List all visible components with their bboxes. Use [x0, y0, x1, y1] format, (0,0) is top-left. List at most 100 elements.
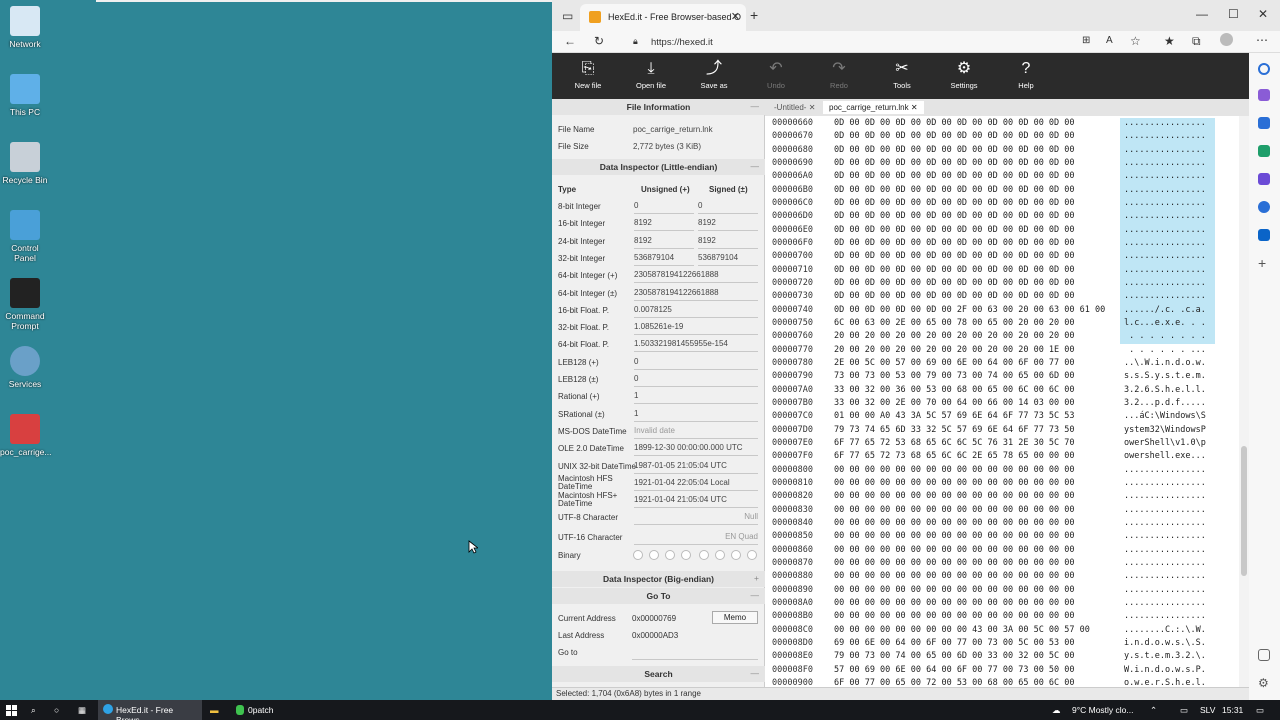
binary-bit-toggle[interactable]	[633, 550, 643, 560]
hex-ascii[interactable]: ................	[1124, 158, 1216, 168]
hex-row[interactable]: 000008F0 57 00 69 00 6E 00 64 00 6F 00 77…	[765, 665, 1235, 678]
hex-bytes[interactable]: 79 00 73 00 74 00 65 00 6D 00 33 00 32 0…	[834, 651, 1075, 661]
hex-view[interactable]: 00000660 0D 00 0D 00 0D 00 0D 00 0D 00 0D…	[765, 116, 1249, 687]
collections-icon[interactable]: ⧉	[1192, 34, 1201, 49]
search-heading[interactable]: Search —	[552, 666, 765, 682]
file-explorer-icon[interactable]: ▬	[210, 700, 219, 720]
hex-ascii[interactable]: ................	[1124, 505, 1216, 515]
hex-row[interactable]: 00000830 00 00 00 00 00 00 00 00 00 00 00…	[765, 505, 1235, 518]
hex-ascii[interactable]: owershell.exe...	[1124, 451, 1216, 461]
close-tab-icon[interactable]: ✕	[731, 10, 740, 23]
app-available-icon[interactable]: ⊞	[1082, 35, 1090, 46]
close-icon[interactable]: ✕	[911, 103, 918, 112]
hex-row[interactable]: 00000740 0D 00 0D 00 0D 00 0D 00 2F 00 63…	[765, 305, 1235, 318]
shopping-icon[interactable]	[1258, 117, 1270, 129]
hex-bytes[interactable]: 0D 00 0D 00 0D 00 0D 00 0D 00 0D 00 0D 0…	[834, 238, 1075, 248]
inspector-unsigned-value[interactable]: 0	[634, 201, 694, 214]
desktop-icon-this-pc[interactable]: This PC	[0, 74, 50, 117]
inspector-unsigned-value[interactable]: 8192	[634, 218, 694, 232]
inspector-be-heading[interactable]: Data Inspector (Big-endian) +	[552, 571, 765, 587]
hex-row[interactable]: 000006B0 0D 00 0D 00 0D 00 0D 00 0D 00 0D…	[765, 185, 1235, 198]
hex-ascii[interactable]: ................	[1124, 545, 1216, 555]
hex-row[interactable]: 000006C0 0D 00 0D 00 0D 00 0D 00 0D 00 0D…	[765, 198, 1235, 211]
hex-ascii[interactable]: ................	[1124, 491, 1216, 501]
office-icon[interactable]	[1258, 201, 1270, 213]
hex-ascii[interactable]: i.n.d.o.w.s.\.S.	[1124, 638, 1216, 648]
hex-bytes[interactable]: 00 00 00 00 00 00 00 00 00 00 00 00 00 0…	[834, 585, 1075, 595]
hex-ascii[interactable]: ................	[1124, 531, 1216, 541]
outlook-icon[interactable]	[1258, 229, 1270, 241]
inspector-signed-value[interactable]: 8192	[698, 218, 758, 232]
inspector-value[interactable]: Invalid date	[634, 426, 758, 439]
weather-text[interactable]: 9°C Mostly clo...	[1072, 700, 1134, 720]
hex-bytes[interactable]: 69 00 6E 00 64 00 6F 00 77 00 73 00 5C 0…	[834, 638, 1075, 648]
hex-bytes[interactable]: 00 00 00 00 00 00 00 00 00 43 00 3A 00 5…	[834, 625, 1090, 635]
hex-bytes[interactable]: 6F 00 77 00 65 00 72 00 53 00 68 00 65 0…	[834, 678, 1075, 687]
refresh-icon[interactable]: ↻	[594, 34, 604, 48]
inspector-value[interactable]: 2305878194122661888	[634, 288, 758, 301]
hex-row[interactable]: 00000720 0D 00 0D 00 0D 00 0D 00 0D 00 0D…	[765, 278, 1235, 291]
hex-bytes[interactable]: 0D 00 0D 00 0D 00 0D 00 0D 00 0D 00 0D 0…	[834, 158, 1075, 168]
hex-row[interactable]: 000008A0 00 00 00 00 00 00 00 00 00 00 00…	[765, 598, 1235, 611]
hex-row[interactable]: 000008B0 00 00 00 00 00 00 00 00 00 00 00…	[765, 611, 1235, 624]
tools-button[interactable]: ✂ Tools	[872, 59, 932, 90]
hex-row[interactable]: 000007A0 33 00 32 00 36 00 53 00 68 00 65…	[765, 385, 1235, 398]
collapse-icon[interactable]: —	[751, 668, 760, 678]
sidebar-toggle-icon[interactable]	[1258, 649, 1270, 661]
inspector-value[interactable]: 1921-01-04 21:05:04 UTC	[634, 495, 758, 509]
hex-ascii[interactable]: ....../.c. .c.a.	[1124, 305, 1216, 315]
hex-row[interactable]: 00000810 00 00 00 00 00 00 00 00 00 00 00…	[765, 478, 1235, 491]
profile-avatar[interactable]	[1220, 33, 1233, 46]
hex-row[interactable]: 00000760 20 00 20 00 20 00 20 00 20 00 20…	[765, 331, 1235, 344]
hex-bytes[interactable]: 00 00 00 00 00 00 00 00 00 00 00 00 00 0…	[834, 478, 1075, 488]
notifications-icon[interactable]: ▭	[1256, 700, 1264, 720]
hex-bytes[interactable]: 6F 77 65 72 73 68 65 6C 6C 2E 65 78 65 0…	[834, 451, 1075, 461]
hex-row[interactable]: 00000840 00 00 00 00 00 00 00 00 00 00 00…	[765, 518, 1235, 531]
tray-chevron-icon[interactable]: ⌃	[1150, 700, 1157, 720]
hex-ascii[interactable]: ................	[1124, 251, 1216, 261]
expand-icon[interactable]: +	[754, 573, 759, 583]
hex-row[interactable]: 00000800 00 00 00 00 00 00 00 00 00 00 00…	[765, 465, 1235, 478]
hex-row[interactable]: 000008E0 79 00 73 00 74 00 65 00 6D 00 33…	[765, 651, 1235, 664]
hex-row[interactable]: 00000780 2E 00 5C 00 57 00 69 00 6E 00 64…	[765, 358, 1235, 371]
inspector-value[interactable]: EN Quad	[634, 532, 758, 545]
hex-bytes[interactable]: 0D 00 0D 00 0D 00 0D 00 0D 00 0D 00 0D 0…	[834, 131, 1075, 141]
memo-button[interactable]: Memo	[712, 611, 758, 624]
redo-button[interactable]: ↷ Redo	[809, 59, 869, 90]
inspector-value[interactable]: 1899-12-30 00:00:00.000 UTC	[634, 443, 758, 457]
inspector-value[interactable]: 0.0078125	[634, 305, 758, 318]
inspector-value[interactable]: 0	[634, 374, 758, 387]
read-aloud-icon[interactable]: A	[1106, 35, 1113, 46]
binary-bit-toggle[interactable]	[699, 550, 709, 560]
task-view-icon[interactable]: ▦	[78, 700, 86, 720]
hex-ascii[interactable]: ................	[1124, 465, 1216, 475]
hex-row[interactable]: 000007B0 33 00 32 00 2E 00 70 00 64 00 66…	[765, 398, 1235, 411]
close-icon[interactable]: ✕	[809, 103, 816, 112]
goto-heading[interactable]: Go To —	[552, 588, 765, 604]
desktop-icon-network[interactable]: Network	[0, 6, 50, 49]
hex-row[interactable]: 00000750 6C 00 63 00 2E 00 65 00 78 00 65…	[765, 318, 1235, 331]
inspector-unsigned-value[interactable]: 536879104	[634, 253, 694, 266]
hex-bytes[interactable]: 0D 00 0D 00 0D 00 0D 00 0D 00 0D 00 0D 0…	[834, 251, 1075, 261]
hex-bytes[interactable]: 73 00 73 00 53 00 79 00 73 00 74 00 65 0…	[834, 371, 1075, 381]
file-info-heading[interactable]: File Information —	[552, 99, 765, 115]
hex-ascii[interactable]: ........C.:.\.W.	[1124, 625, 1216, 635]
hex-row[interactable]: 00000680 0D 00 0D 00 0D 00 0D 00 0D 00 0D…	[765, 145, 1235, 158]
hex-row[interactable]: 00000900 6F 00 77 00 65 00 72 00 53 00 68…	[765, 678, 1235, 687]
hex-bytes[interactable]: 0D 00 0D 00 0D 00 0D 00 0D 00 0D 00 0D 0…	[834, 211, 1075, 221]
taskbar-edge-app[interactable]: HexEd.it - Free Brows...	[98, 700, 202, 720]
binary-bit-toggle[interactable]	[715, 550, 725, 560]
weather-icon[interactable]: ☁	[1052, 700, 1061, 720]
save-as-button[interactable]: ⤴ Save as	[684, 59, 744, 90]
hex-bytes[interactable]: 00 00 00 00 00 00 00 00 00 00 00 00 00 0…	[834, 531, 1075, 541]
hex-ascii[interactable]: ................	[1124, 611, 1216, 621]
language-indicator[interactable]: SLV	[1200, 700, 1215, 720]
hex-ascii[interactable]: y.s.t.e.m.3.2.\.	[1124, 651, 1216, 661]
desktop-icon-command-prompt[interactable]: Command Prompt	[0, 278, 50, 331]
hex-row[interactable]: 000006A0 0D 00 0D 00 0D 00 0D 00 0D 00 0D…	[765, 171, 1235, 184]
desktop-icon-control-panel[interactable]: Control Panel	[0, 210, 50, 263]
inspector-unsigned-value[interactable]: 8192	[634, 236, 694, 249]
tools-icon[interactable]	[1258, 145, 1270, 157]
hex-ascii[interactable]: ................	[1124, 478, 1216, 488]
hex-ascii[interactable]: s.s.S.y.s.t.e.m.	[1124, 371, 1216, 381]
